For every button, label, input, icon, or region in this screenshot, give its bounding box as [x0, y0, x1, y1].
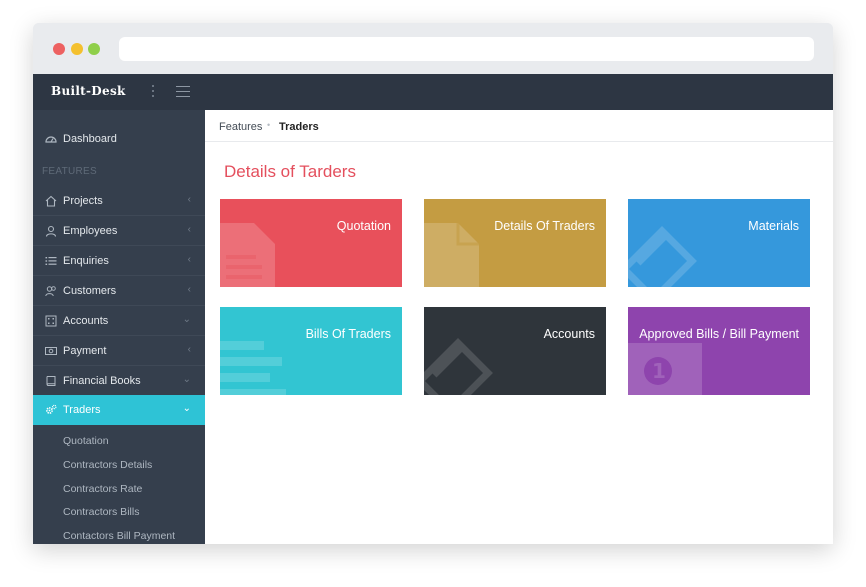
submenu-item-contractors-rate[interactable]: Contractors Rate [63, 483, 142, 495]
sidebar-item-label: Enquiries [63, 255, 109, 267]
tile-label: Materials [748, 219, 799, 233]
breadcrumb-current: Traders [279, 121, 319, 133]
submenu-item-contractors-bills[interactable]: Contractors Bills [63, 506, 139, 518]
tile-bills-of-traders[interactable]: Bills Of Traders [220, 307, 402, 395]
tile-label: Accounts [543, 327, 595, 341]
breadcrumb: Features • Traders [205, 110, 833, 142]
chevron-left-icon: ‹ [187, 344, 191, 355]
main-content: Features • Traders Details of Tarders Qu… [205, 110, 833, 544]
sidebar-item-label: Projects [63, 195, 103, 207]
section-label: FEATURES [42, 166, 97, 177]
tile-quotation[interactable]: Quotation [220, 199, 402, 287]
document-icon [424, 223, 479, 287]
minimize-window-button[interactable] [71, 43, 83, 55]
money-icon [45, 347, 57, 355]
ticket-icon [424, 338, 493, 395]
tile-materials[interactable]: Materials [628, 199, 810, 287]
sidebar: Dashboard FEATURES Projects ‹ Employees … [33, 110, 205, 544]
maximize-window-button[interactable] [88, 43, 100, 55]
sidebar-item-label: Employees [63, 225, 118, 237]
chevron-left-icon: ‹ [187, 194, 191, 205]
sidebar-item-label: Customers [63, 285, 117, 297]
sidebar-item-label: Financial Books [63, 375, 141, 387]
sidebar-item-label: Payment [63, 345, 107, 357]
list-icon [220, 341, 286, 395]
calculator-icon [45, 315, 57, 327]
tile-label: Approved Bills / Bill Payment [639, 327, 799, 341]
chevron-down-icon: ⌄ [182, 403, 191, 414]
chevron-down-icon: ⌄ [182, 374, 191, 385]
book-icon [46, 376, 56, 386]
chevron-left-icon: ‹ [187, 284, 191, 295]
chevron-left-icon: ‹ [187, 254, 191, 265]
submenu-item-quotation[interactable]: Quotation [63, 435, 109, 447]
sidebar-item-label: Dashboard [63, 133, 117, 145]
sidebar-item-payment[interactable]: Payment ‹ [33, 336, 205, 366]
sidebar-item-label: Traders [63, 404, 101, 416]
sidebar-item-traders[interactable]: Traders ⌄ [33, 395, 205, 425]
sidebar-item-projects[interactable]: Projects ‹ [33, 186, 205, 216]
top-navbar: Built-Desk [33, 74, 833, 110]
breadcrumb-parent-link[interactable]: Features [219, 121, 262, 133]
submenu-item-contractors-bill-payment[interactable]: Contactors Bill Payment [63, 530, 175, 542]
tile-accounts[interactable]: Accounts [424, 307, 606, 395]
user-icon [45, 225, 57, 237]
more-options-icon[interactable] [151, 85, 155, 99]
dashboard-icon [45, 136, 57, 143]
menu-toggle-icon[interactable] [176, 86, 190, 98]
users-icon [45, 286, 56, 297]
breadcrumb-separator: • [267, 120, 271, 130]
chevron-left-icon: ‹ [187, 224, 191, 235]
sidebar-item-employees[interactable]: Employees ‹ [33, 216, 205, 246]
tile-details-of-traders[interactable]: Details Of Traders [424, 199, 606, 287]
sidebar-item-dashboard[interactable]: Dashboard [33, 124, 205, 154]
svg-text:1: 1 [652, 359, 666, 383]
sidebar-item-label: Accounts [63, 315, 109, 327]
sidebar-item-enquiries[interactable]: Enquiries ‹ [33, 246, 205, 276]
home-icon [45, 195, 57, 207]
document-icon [220, 223, 275, 287]
browser-chrome [33, 23, 833, 74]
sidebar-item-financial-books[interactable]: Financial Books ⌄ [33, 366, 205, 396]
tile-approved-bills-bill-payment[interactable]: 1 Approved Bills / Bill Payment [628, 307, 810, 395]
sidebar-item-accounts[interactable]: Accounts ⌄ [33, 306, 205, 336]
cogs-icon [46, 404, 57, 414]
tile-label: Quotation [336, 219, 391, 233]
tile-label: Details Of Traders [494, 219, 595, 233]
sidebar-item-customers[interactable]: Customers ‹ [33, 276, 205, 306]
brand-logo[interactable]: Built-Desk [51, 84, 126, 98]
app: Built-Desk Dashboard FEATURES Projects ‹… [33, 74, 833, 544]
money-icon: 1 [628, 343, 702, 395]
address-bar[interactable] [119, 37, 814, 61]
ticket-icon [628, 226, 697, 287]
list-icon [45, 257, 57, 265]
close-window-button[interactable] [53, 43, 65, 55]
browser-window: Built-Desk Dashboard FEATURES Projects ‹… [33, 23, 833, 544]
page-title: Details of Tarders [224, 162, 356, 181]
chevron-down-icon: ⌄ [182, 314, 191, 325]
tile-label: Bills Of Traders [305, 327, 391, 341]
submenu-item-contractors-details[interactable]: Contractors Details [63, 459, 152, 471]
